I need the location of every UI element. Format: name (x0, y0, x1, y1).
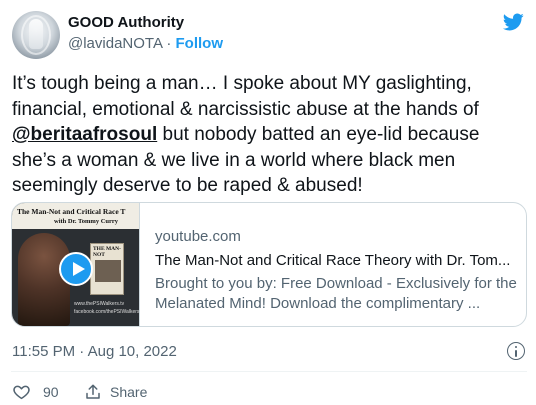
play-icon[interactable] (59, 252, 93, 286)
author-name[interactable]: GOOD Authority (68, 14, 184, 31)
book-title: THE MAN-NOT (93, 246, 121, 258)
info-icon[interactable] (507, 342, 525, 360)
avatar-figure (29, 19, 43, 49)
share-button[interactable]: Share (84, 382, 154, 402)
book-photo (95, 260, 121, 282)
handle-separator: · (166, 35, 172, 52)
card-domain: youtube.com (155, 228, 241, 245)
tweet-timestamp[interactable]: 11:55 PM · Aug 10, 2022 (12, 343, 177, 360)
thumbnail-subhead: with Dr. Tommy Curry (54, 218, 119, 225)
heart-icon (13, 385, 30, 400)
video-thumbnail[interactable]: The Man-Not and Critical Race T with Dr.… (12, 203, 140, 326)
author-avatar[interactable] (12, 11, 60, 59)
author-handle-row: @lavidaNOTA · Follow (68, 35, 223, 52)
share-label: Share (110, 384, 148, 400)
link-preview-card[interactable]: The Man-Not and Critical Race T with Dr.… (11, 202, 527, 327)
twitter-bird-icon[interactable] (500, 11, 526, 33)
like-count: 90 (43, 384, 59, 400)
tweet-text: It’s tough being a man… I spoke about MY… (12, 71, 524, 199)
card-body: youtube.com The Man-Not and Critical Rac… (155, 227, 520, 314)
share-icon (86, 384, 100, 399)
thumbnail-site-line1: www.thePSIWalkers.tv (74, 301, 125, 307)
thumbnail-site-line2: facebook.com/thePSIWalkers (74, 309, 140, 315)
tweet-header: GOOD Authority @lavidaNOTA · Follow (12, 11, 526, 59)
card-description: Brought to you by: Free Download - Exclu… (155, 275, 517, 312)
card-title[interactable]: The Man-Not and Critical Race Theory wit… (155, 251, 520, 271)
tweet-text-before: It’s tough being a man… I spoke about MY… (12, 73, 479, 120)
like-button[interactable]: 90 (12, 382, 72, 402)
thumbnail-headline: The Man-Not and Critical Race T (17, 207, 126, 216)
mention-link[interactable]: @beritaafrosoul (12, 124, 157, 145)
thumbnail-book-cover: THE MAN-NOT (90, 243, 124, 295)
author-handle[interactable]: @lavidaNOTA (68, 35, 162, 52)
follow-button[interactable]: Follow (176, 35, 224, 52)
actions-divider (11, 371, 527, 372)
